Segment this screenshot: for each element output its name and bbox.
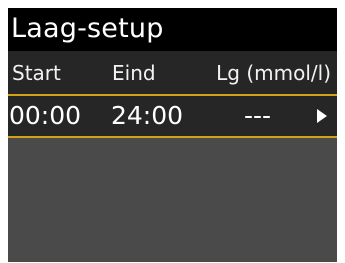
row-bg-value: --- bbox=[244, 101, 272, 130]
pump-screen: Laag-setup Start Eind Lg (mmol/l) 00:00 … bbox=[8, 8, 337, 262]
page-title: Laag-setup bbox=[11, 13, 164, 44]
column-header-row: Start Eind Lg (mmol/l) bbox=[8, 51, 337, 94]
table-row[interactable]: 00:00 24:00 --- bbox=[8, 94, 337, 138]
title-bar: Laag-setup bbox=[8, 8, 337, 51]
row-start-time: 00:00 bbox=[9, 101, 82, 130]
row-end-time: 24:00 bbox=[111, 101, 184, 130]
column-header-end: Eind bbox=[112, 61, 156, 85]
column-header-bg: Lg (mmol/l) bbox=[216, 61, 331, 85]
chevron-right-icon bbox=[317, 109, 327, 123]
column-header-start: Start bbox=[12, 61, 61, 85]
